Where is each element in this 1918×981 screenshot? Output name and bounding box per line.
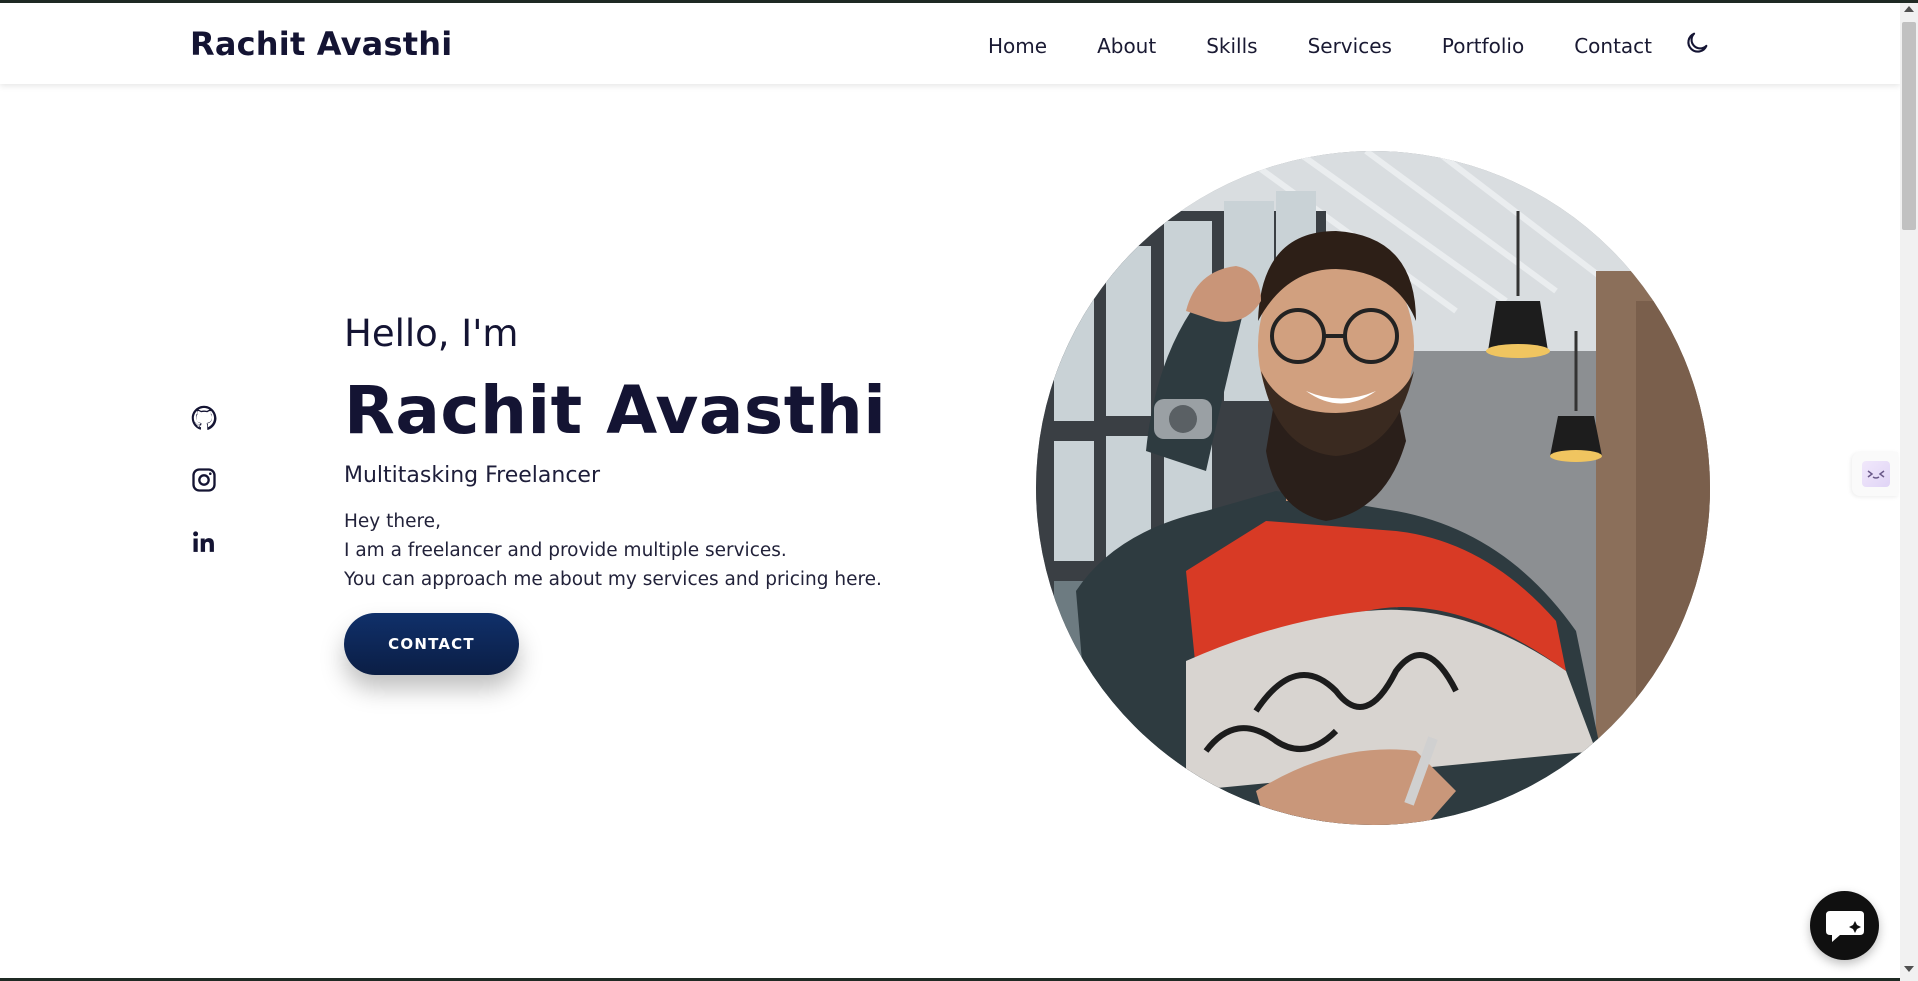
nav-about[interactable]: About bbox=[1097, 34, 1156, 58]
main-nav: Home About Skills Services Portfolio Con… bbox=[988, 34, 1686, 58]
chat-icon[interactable] bbox=[1810, 891, 1879, 960]
description-line: I am a freelancer and provide multiple s… bbox=[344, 540, 787, 561]
hero-name: Rachit Avasthi bbox=[344, 372, 887, 449]
site-logo[interactable]: Rachit Avasthi bbox=[190, 25, 452, 63]
scroll-up-arrow-icon[interactable] bbox=[1904, 6, 1914, 12]
hero-greeting: Hello, I'm bbox=[344, 312, 519, 355]
page: Rachit Avasthi Home About Skills Service… bbox=[0, 0, 1918, 981]
linkedin-icon[interactable] bbox=[190, 528, 218, 556]
extension-icon bbox=[1862, 461, 1890, 487]
scrollbar-thumb[interactable] bbox=[1902, 22, 1916, 230]
nav-portfolio[interactable]: Portfolio bbox=[1442, 34, 1524, 58]
description-line: Hey there, bbox=[344, 511, 441, 532]
moon-icon[interactable] bbox=[1683, 29, 1711, 57]
scroll-down-arrow-icon[interactable] bbox=[1904, 966, 1914, 972]
instagram-icon[interactable] bbox=[190, 466, 218, 494]
side-extension-widget[interactable] bbox=[1852, 452, 1898, 496]
nav-contact[interactable]: Contact bbox=[1574, 34, 1652, 58]
nav-home[interactable]: Home bbox=[988, 34, 1047, 58]
hero-description: Hey there, I am a freelancer and provide… bbox=[344, 507, 882, 594]
hero-tagline: Multitasking Freelancer bbox=[344, 463, 600, 488]
nav-services[interactable]: Services bbox=[1308, 34, 1392, 58]
profile-photo bbox=[1036, 151, 1710, 825]
github-icon[interactable] bbox=[190, 404, 218, 432]
description-line: You can approach me about my services an… bbox=[344, 569, 882, 590]
contact-button[interactable]: CONTACT bbox=[344, 613, 519, 675]
site-header: Rachit Avasthi Home About Skills Service… bbox=[0, 3, 1900, 84]
nav-skills[interactable]: Skills bbox=[1206, 34, 1257, 58]
